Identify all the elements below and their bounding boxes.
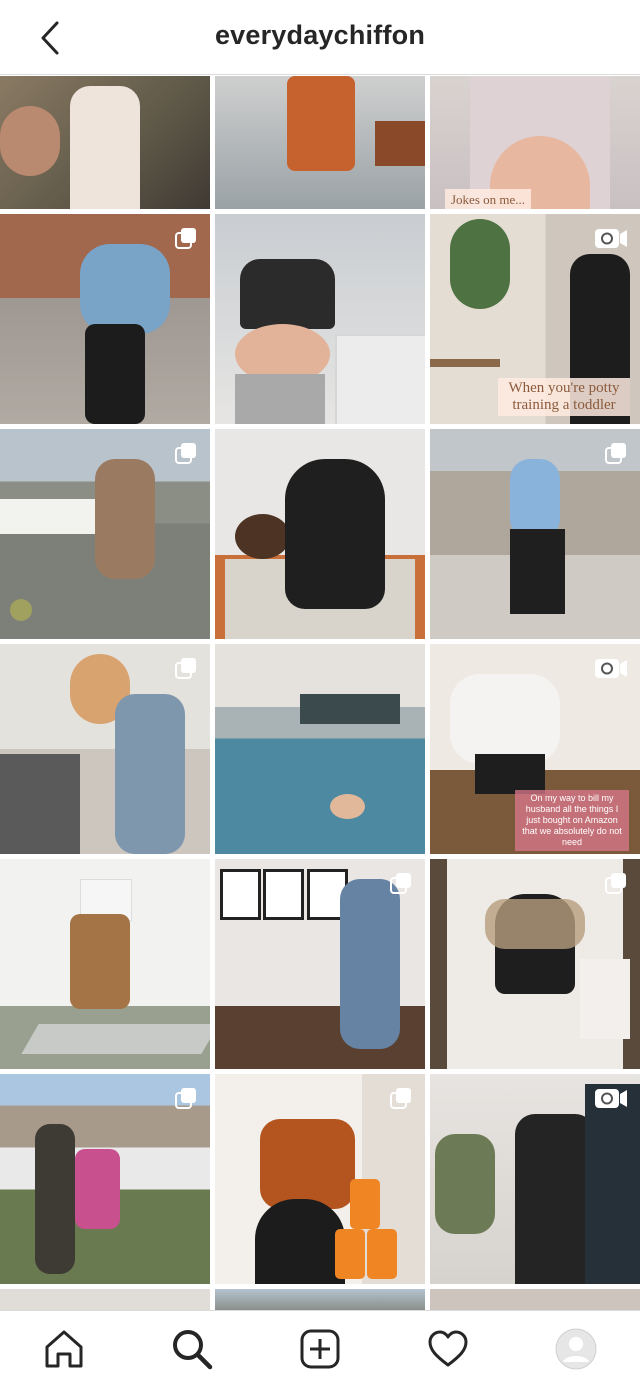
toddler-figure [435, 1134, 495, 1234]
pink-dress-figure [75, 1149, 120, 1229]
post-tile[interactable] [215, 644, 425, 854]
post-tile[interactable]: On my way to bill my husband all the thi… [430, 644, 640, 854]
person-figure [285, 459, 385, 609]
carousel-icon [175, 658, 196, 679]
video-camera-icon [595, 1089, 627, 1108]
carousel-icon [175, 1088, 196, 1109]
profile-username: everydaychiffon [214, 20, 426, 50]
cardigan-figure [485, 899, 585, 949]
crib-figure [335, 334, 425, 424]
post-caption: When you're potty training a toddler [498, 378, 630, 416]
post-tile[interactable] [0, 214, 210, 424]
leopard-skirt-figure [70, 914, 130, 1009]
jar-figure [350, 1179, 380, 1229]
post-tile[interactable] [0, 859, 210, 1069]
legs-figure [85, 324, 145, 424]
post-tile[interactable] [215, 1289, 425, 1310]
shirt-figure [70, 86, 140, 209]
post-tile[interactable]: Jokes on me... [430, 76, 640, 209]
search-icon [173, 1329, 213, 1369]
pouf-figure [235, 514, 290, 559]
posts-grid: Jokes on me... When you're potty trainin… [0, 76, 640, 1310]
nav-profile[interactable] [544, 1317, 608, 1381]
post-caption: Jokes on me... [445, 189, 532, 209]
post-tile[interactable] [215, 1074, 425, 1284]
carousel-icon [390, 873, 411, 894]
nav-activity[interactable] [416, 1317, 480, 1381]
mom-figure [115, 694, 185, 854]
bed-figure [580, 959, 630, 1039]
bottom-nav [0, 1310, 640, 1386]
carousel-icon [390, 1088, 411, 1109]
jacket-figure [80, 244, 170, 334]
post-tile[interactable] [430, 1289, 640, 1310]
post-tile[interactable] [215, 76, 425, 209]
top-header: everydaychiffon [0, 0, 640, 75]
post-tile[interactable] [215, 214, 425, 424]
couple-figure [95, 459, 155, 579]
walkway-figure [21, 1024, 210, 1054]
denim-jacket-figure [510, 459, 560, 539]
post-tile[interactable] [430, 429, 640, 639]
frame-figure [220, 869, 261, 920]
video-camera-icon [595, 229, 627, 248]
post-tile[interactable] [0, 1074, 210, 1284]
shirt-figure [260, 1119, 355, 1209]
man-figure [35, 1124, 75, 1274]
stove-figure [0, 754, 80, 854]
bump-figure [255, 1199, 345, 1284]
plant-figure [450, 219, 510, 309]
activity-heart-icon [428, 1330, 468, 1366]
video-camera-icon [595, 659, 627, 678]
skirt-figure [510, 529, 565, 614]
home-icon [45, 1330, 83, 1367]
shelf-figure [430, 359, 500, 367]
nav-search[interactable] [160, 1317, 224, 1381]
crop-top-figure [240, 259, 335, 329]
post-tile[interactable] [215, 859, 425, 1069]
overalls-figure [340, 879, 400, 1049]
dress-figure [287, 76, 355, 171]
post-tile[interactable]: When you're potty training a toddler [430, 214, 640, 424]
planter-figure [375, 121, 425, 166]
post-tile[interactable] [0, 76, 210, 209]
jar-figure [335, 1229, 365, 1279]
nav-home[interactable] [32, 1317, 96, 1381]
cactus-figure [10, 599, 32, 621]
post-tile[interactable] [430, 859, 640, 1069]
post-caption: On my way to bill my husband all the thi… [515, 790, 629, 851]
carousel-icon [175, 443, 196, 464]
post-tile[interactable] [0, 1289, 210, 1310]
post-tile[interactable] [215, 429, 425, 639]
profile-avatar [555, 1328, 597, 1369]
post-tile[interactable] [430, 1074, 640, 1284]
carousel-icon [605, 443, 626, 464]
post-tile[interactable] [0, 644, 210, 854]
jar-figure [367, 1229, 397, 1279]
joggers-figure [235, 374, 325, 424]
new-post-icon [300, 1329, 340, 1368]
frame-figure [263, 869, 304, 920]
shorts-figure [475, 754, 545, 794]
carousel-icon [175, 228, 196, 249]
nav-new-post[interactable] [288, 1317, 352, 1381]
carousel-icon [605, 873, 626, 894]
hand-figure [0, 106, 60, 176]
cabana-figure [300, 694, 400, 724]
person-figure [585, 1084, 640, 1284]
sweatshirt-figure [450, 674, 560, 764]
swimmers-figure [330, 794, 365, 819]
post-tile[interactable] [0, 429, 210, 639]
overalls-figure [515, 1114, 595, 1284]
